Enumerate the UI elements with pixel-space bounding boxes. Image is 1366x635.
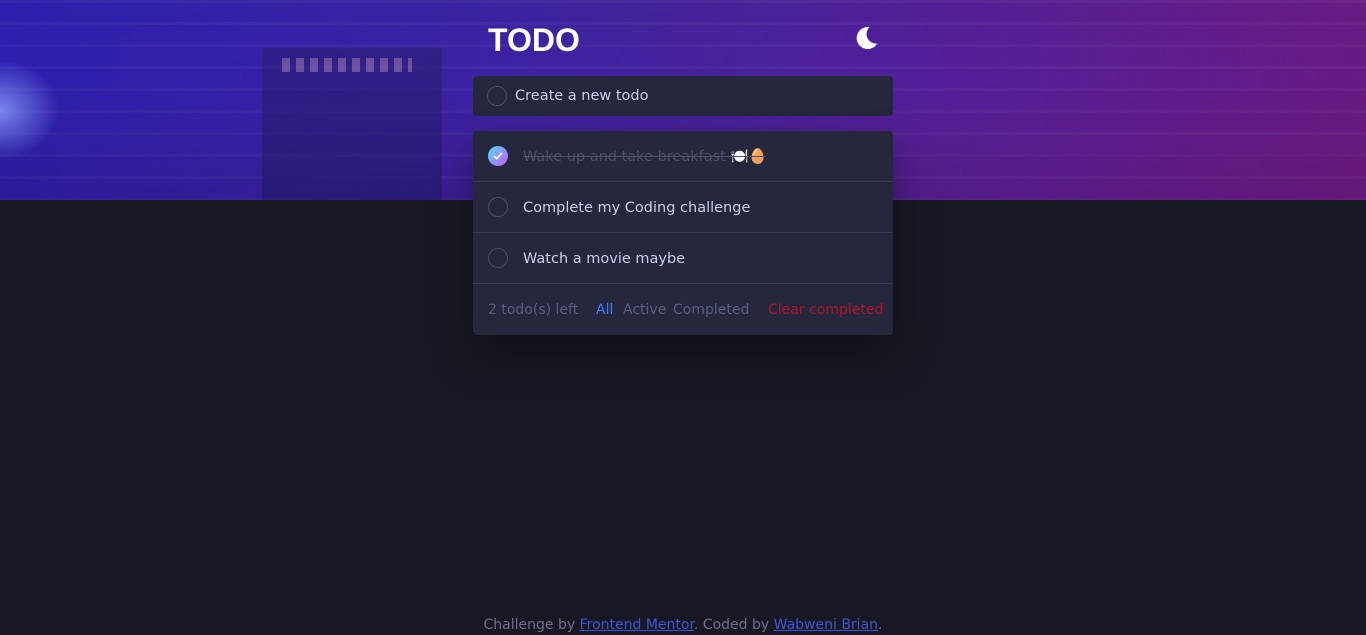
todo-text: Complete my Coding challenge	[523, 200, 751, 216]
todo-item[interactable]: Watch a movie maybe	[473, 233, 893, 284]
check-icon	[493, 152, 503, 160]
frontend-mentor-link[interactable]: Frontend Mentor	[580, 617, 694, 633]
todo-text: Wake up and take breakfast 🍽️🥚	[523, 149, 767, 165]
header: TODO	[488, 22, 883, 58]
todo-checkbox[interactable]	[488, 197, 508, 217]
hero-light-glow	[0, 60, 60, 160]
theme-toggle-button[interactable]	[852, 24, 880, 52]
credit-suffix: .	[878, 617, 883, 633]
todo-checkbox-checked[interactable]	[488, 146, 508, 166]
new-todo-bar	[473, 76, 893, 116]
clear-completed-button[interactable]: Clear completed	[768, 301, 883, 319]
credit-middle: . Coded by	[693, 617, 774, 633]
filter-all[interactable]: All	[596, 301, 613, 319]
todo-checkbox[interactable]	[488, 248, 508, 268]
author-link[interactable]: Wabweni Brian	[774, 617, 878, 633]
new-todo-input[interactable]	[515, 85, 875, 107]
attribution: Challenge by Frontend Mentor. Coded by W…	[0, 616, 1366, 634]
moon-icon	[856, 27, 878, 50]
items-left-count: 2 todo(s) left	[488, 302, 579, 318]
filter-completed[interactable]: Completed	[673, 301, 749, 319]
app-title: TODO	[488, 22, 580, 58]
todo-item[interactable]: Complete my Coding challenge	[473, 182, 893, 233]
todo-item[interactable]: Wake up and take breakfast 🍽️🥚	[473, 131, 893, 182]
hero-lights	[282, 58, 412, 72]
filter-active[interactable]: Active	[623, 301, 666, 319]
todo-text: Watch a movie maybe	[523, 251, 686, 267]
list-footer: 2 todo(s) left All Active Completed Clea…	[473, 284, 893, 335]
credit-prefix: Challenge by	[483, 617, 580, 633]
todo-list: Wake up and take breakfast 🍽️🥚 Complete …	[473, 131, 893, 335]
new-todo-check-circle[interactable]	[487, 86, 507, 106]
